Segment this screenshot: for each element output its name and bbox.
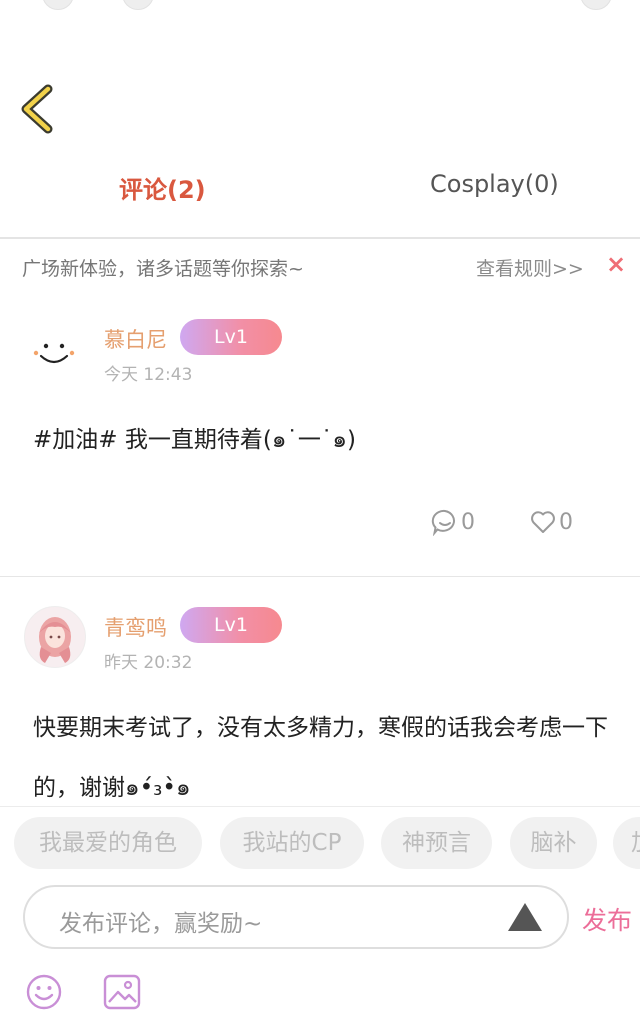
topic-chip[interactable]: 神预言	[381, 817, 492, 869]
avatar[interactable]	[24, 606, 86, 668]
back-chevron-icon	[21, 84, 53, 134]
topic-chip[interactable]: 脑补	[510, 817, 597, 869]
comment-username[interactable]: 慕白尼	[104, 324, 167, 354]
tab-comments[interactable]: 评论(2)	[119, 170, 206, 205]
level-badge: Lv1	[180, 319, 282, 355]
publish-button[interactable]: 发布	[582, 901, 632, 937]
top-circle-button[interactable]	[122, 0, 154, 10]
avatar[interactable]	[24, 322, 84, 382]
comment-time: 今天 12:43	[104, 365, 193, 385]
tab-cosplay[interactable]: Cosplay(0)	[430, 170, 559, 198]
top-circle-button[interactable]	[42, 0, 74, 10]
notice-text: 广场新体验，诸多话题等你探索~	[22, 258, 304, 280]
view-rules-link[interactable]: 查看规则>>	[476, 254, 584, 281]
image-icon	[103, 974, 141, 1010]
tab-divider	[0, 237, 640, 239]
topic-chip[interactable]: 我站的CP	[220, 817, 364, 869]
topic-chip[interactable]: 我最爱的角色	[14, 817, 202, 869]
comment-time: 昨天 20:32	[104, 653, 193, 673]
reply-count: 0	[461, 509, 475, 535]
triangle-icon[interactable]	[508, 903, 542, 931]
topic-chips: 我最爱的角色 我站的CP 神预言 脑补 加	[0, 817, 640, 873]
comment-item: 慕白尼 Lv1 今天 12:43 #加油# 我一直期待着(๑˙一˙๑) 0 0	[0, 300, 640, 576]
smiley-icon	[26, 974, 62, 1010]
comment-icon	[431, 509, 455, 536]
comment-input[interactable]: 发布评论，赢奖励~	[23, 885, 569, 949]
like-count: 0	[559, 509, 573, 535]
like-button[interactable]: 0	[529, 508, 573, 536]
comment-text: 快要期末考试了，没有太多精力，寒假的话我会考虑一下的，谢谢๑•́₃•̀๑	[33, 715, 608, 801]
comment-composer: 我最爱的角色 我站的CP 神预言 脑补 加 发布评论，赢奖励~ 发布	[0, 806, 640, 1026]
notice-bar: 广场新体验，诸多话题等你探索~ 查看规则>> ×	[0, 240, 640, 292]
comment-divider	[0, 576, 640, 577]
top-circle-button[interactable]	[580, 0, 612, 10]
topic-chip[interactable]: 加	[613, 817, 640, 869]
comment-text: #加油# 我一直期待着(๑˙一˙๑)	[33, 427, 356, 453]
comment-item: 青鸾鸣 Lv1 昨天 20:32 快要期末考试了，没有太多精力，寒假的话我会考虑…	[0, 588, 640, 808]
comment-input-placeholder: 发布评论，赢奖励~	[59, 911, 263, 937]
emoji-button[interactable]	[25, 973, 63, 1015]
smiley-avatar-icon	[33, 343, 75, 364]
image-button[interactable]	[102, 973, 142, 1015]
comment-username[interactable]: 青鸾鸣	[104, 612, 167, 642]
heart-icon	[531, 511, 555, 533]
tab-bar: 评论(2) Cosplay(0)	[0, 160, 640, 220]
girl-avatar-icon	[25, 607, 85, 667]
back-button[interactable]	[18, 84, 58, 134]
level-badge: Lv1	[180, 607, 282, 643]
close-icon[interactable]: ×	[606, 250, 626, 278]
reply-button[interactable]: 0	[431, 508, 475, 536]
